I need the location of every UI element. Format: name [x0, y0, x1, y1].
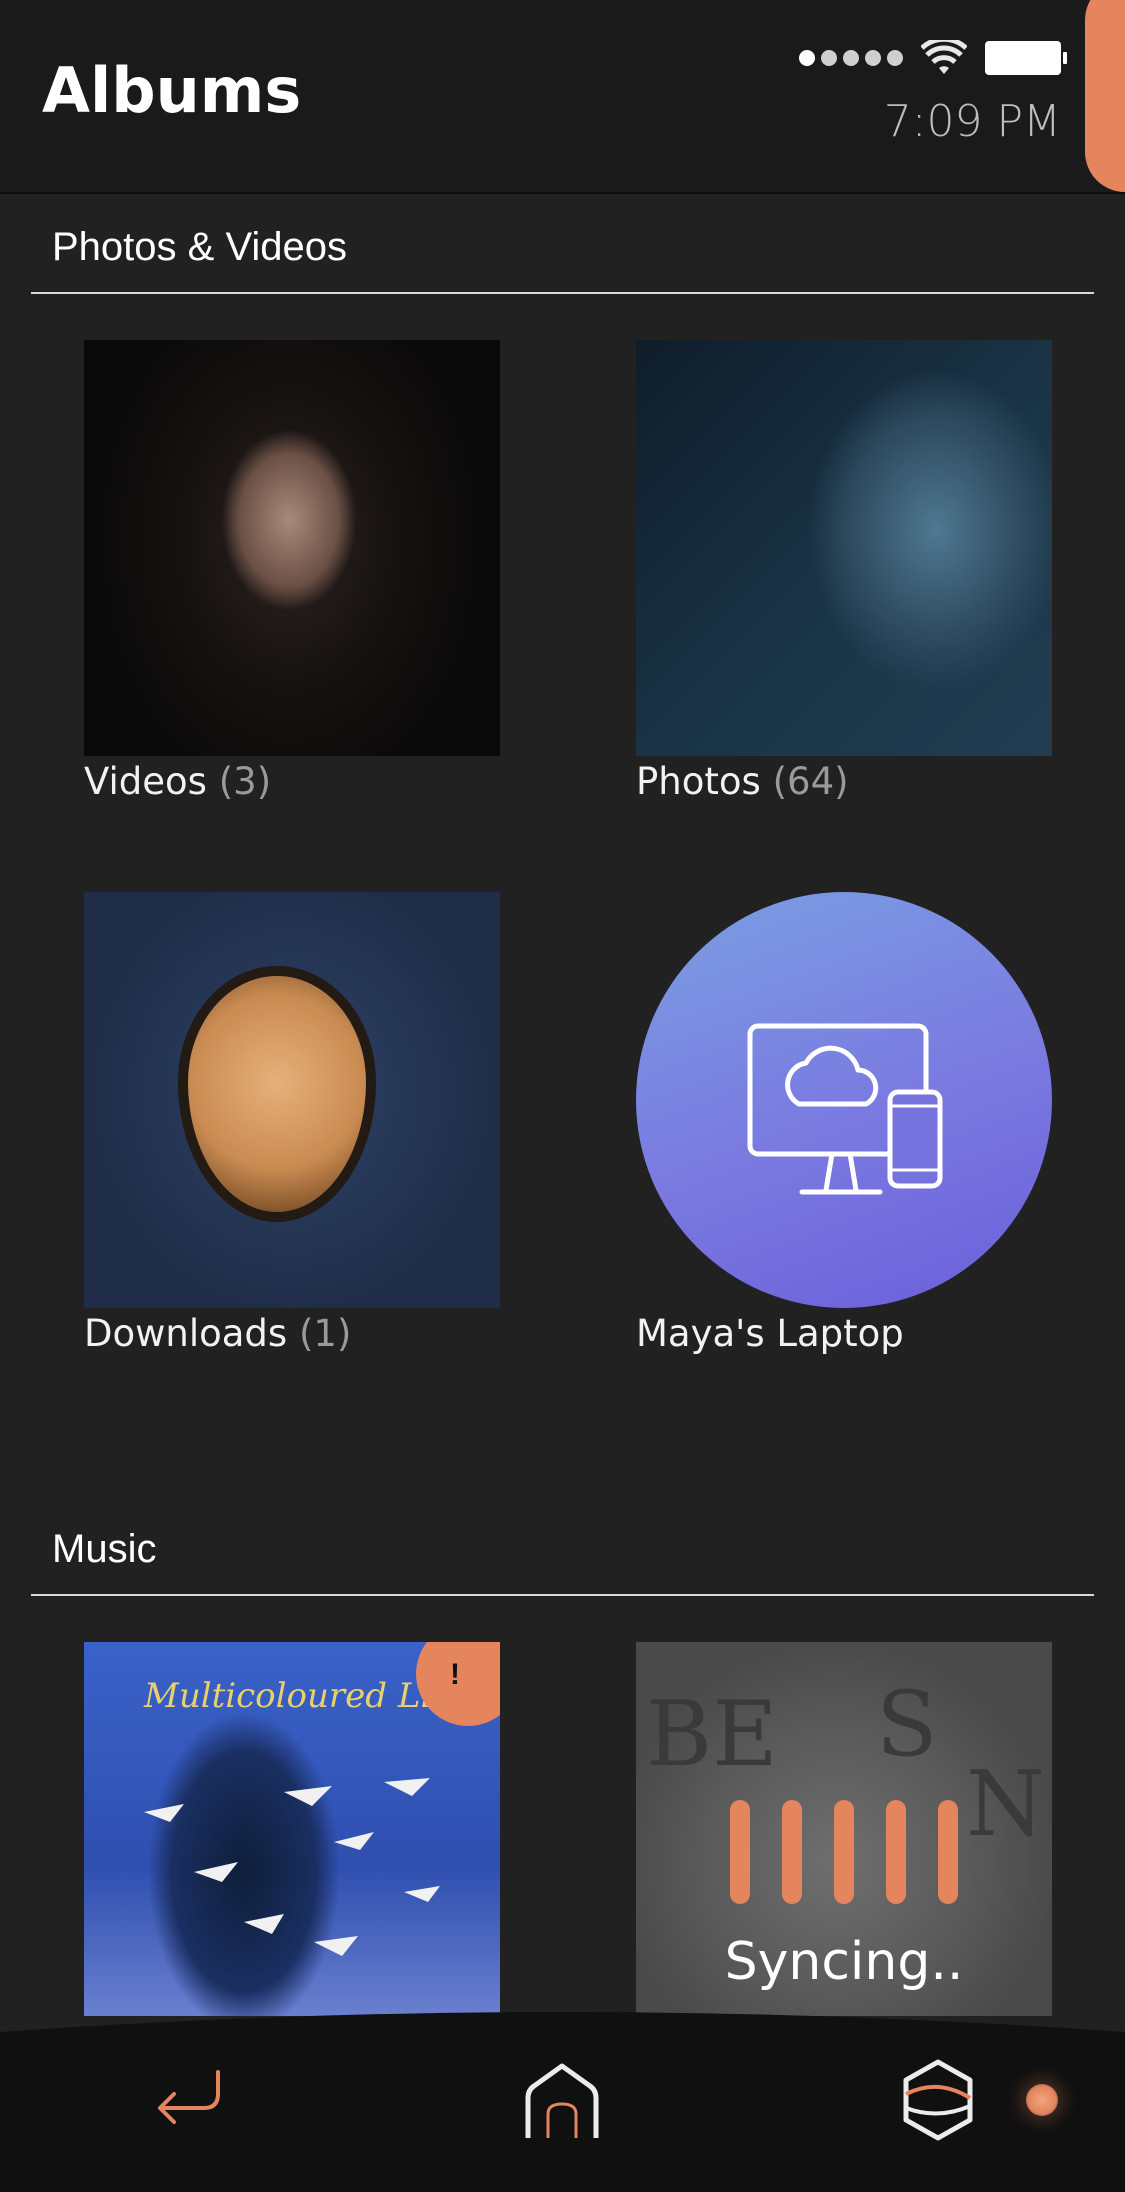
album-thumbnail — [84, 340, 500, 756]
device-thumbnail — [636, 892, 1052, 1308]
top-bar: Albums 7:09 PM — [0, 0, 1125, 194]
album-thumbnail — [84, 892, 500, 1308]
sync-status: Syncing.. — [724, 1932, 964, 1992]
music-tile-syncing[interactable]: BE S N Syncing.. — [636, 1642, 1052, 2016]
album-tile-photos[interactable]: Photos (64) — [636, 340, 1052, 803]
album-name: Downloads — [84, 1312, 288, 1355]
syncing-indicator — [730, 1800, 958, 1904]
status-time: 7:09 PM — [883, 96, 1061, 147]
album-cover: Multicoloured Lies ! — [84, 1642, 500, 2016]
album-count: (1) — [298, 1312, 352, 1355]
section-title: Music — [52, 1527, 157, 1571]
cube-icon[interactable] — [900, 2058, 976, 2142]
edge-panel-handle[interactable] — [1085, 0, 1125, 192]
back-arrow-icon[interactable] — [148, 2064, 228, 2136]
album-cover: BE S N Syncing.. — [636, 1642, 1052, 2016]
album-caption: Downloads (1) — [84, 1312, 500, 1355]
album-name: Maya's Laptop — [636, 1312, 904, 1355]
cover-artwork-letters: S — [876, 1672, 938, 1777]
cover-artwork-letters: N — [966, 1752, 1045, 1857]
battery-icon — [985, 41, 1067, 75]
desktop-cloud-device-icon — [747, 1023, 943, 1195]
section-title: Photos & Videos — [52, 225, 348, 269]
album-tile-mayas-laptop[interactable]: Maya's Laptop — [636, 892, 1052, 1355]
alert-icon: ! — [450, 1658, 460, 1691]
notification-led — [1026, 2084, 1058, 2116]
album-name: Photos — [636, 760, 761, 803]
album-name: Videos — [84, 760, 207, 803]
signal-strength-icon — [799, 50, 903, 66]
section-header-music: Music — [31, 1494, 1094, 1596]
badge-image — [188, 976, 366, 1212]
album-count: (3) — [218, 760, 272, 803]
wifi-icon — [921, 40, 967, 74]
album-caption: Videos (3) — [84, 760, 500, 803]
home-icon[interactable] — [520, 2060, 604, 2142]
section-header-photos-videos: Photos & Videos — [31, 192, 1094, 294]
album-caption: Photos (64) — [636, 760, 1052, 803]
album-thumbnail — [636, 340, 1052, 756]
album-tile-videos[interactable]: Videos (3) — [84, 340, 500, 803]
album-caption: Maya's Laptop — [636, 1312, 1052, 1355]
album-tile-downloads[interactable]: Downloads (1) — [84, 892, 500, 1355]
music-tile-multicoloured-lies[interactable]: Multicoloured Lies ! — [84, 1642, 500, 2016]
status-icons — [799, 38, 1067, 78]
cover-artwork-letters: BE — [646, 1682, 778, 1787]
album-count: (64) — [772, 760, 849, 803]
page-title: Albums — [42, 54, 302, 127]
